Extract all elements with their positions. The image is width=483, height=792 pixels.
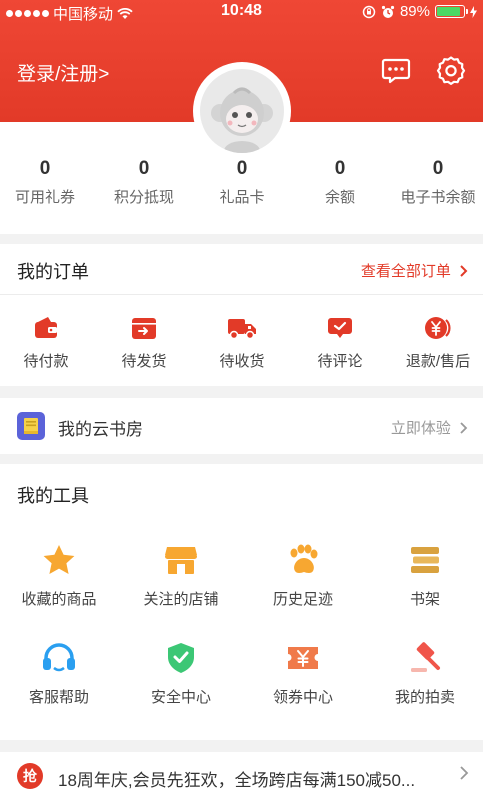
paw-icon: [290, 544, 318, 573]
order-pending-shipment[interactable]: 待发货: [96, 316, 192, 371]
stat-value: 0: [334, 158, 346, 179]
tool-label: 领券中心: [272, 689, 333, 706]
tool-label: 关注的店铺: [143, 591, 219, 608]
cloud-bookroom-row[interactable]: 我的云书房 立即体验: [0, 398, 483, 454]
stat-label: 可用礼券: [14, 189, 75, 206]
order-label: 退款/售后: [405, 353, 471, 370]
stat-available-coupons[interactable]: 0 可用礼券: [0, 158, 93, 207]
order-pending-receipt[interactable]: 待收货: [194, 316, 290, 371]
coupon-icon: [288, 647, 318, 669]
charging-icon: [470, 5, 477, 18]
stat-value: 0: [236, 158, 248, 179]
order-refund-after-sales[interactable]: 退款/售后: [390, 316, 483, 371]
box-icon: [132, 318, 156, 339]
my-tools-panel: 我的工具 收藏的商品 关注的店铺 历史足迹 书架 客服帮助 安全中心 领券中心 …: [0, 464, 483, 740]
tool-browsing-history[interactable]: 历史足迹: [243, 544, 363, 609]
tools-title: 我的工具: [17, 486, 89, 506]
stat-label: 余额: [324, 189, 355, 206]
tool-favorite-items[interactable]: 收藏的商品: [0, 544, 119, 609]
message-icon[interactable]: [381, 55, 411, 85]
cloud-bookroom-label: 我的云书房: [58, 420, 143, 439]
star-icon: [43, 545, 75, 574]
tool-followed-stores[interactable]: 关注的店铺: [121, 544, 241, 609]
monkey-mascot-icon: [211, 87, 273, 153]
book-icon: [17, 412, 45, 440]
tool-label: 我的拍卖: [394, 689, 455, 706]
tool-coupon-center[interactable]: 领券中心: [243, 642, 363, 707]
stat-value: 0: [432, 158, 444, 179]
promo-banner[interactable]: 抢 18周年庆,会员先狂欢，全场跨店每满150减50...: [0, 752, 483, 792]
tool-bookshelf[interactable]: 书架: [365, 544, 483, 609]
promo-text: 18周年庆,会员先狂欢，全场跨店每满150减50...: [58, 771, 416, 790]
chevron-right-icon: [460, 422, 468, 434]
order-pending-review[interactable]: 待评论: [292, 316, 388, 371]
login-register-link[interactable]: 登录/注册>: [17, 59, 109, 86]
store-icon: [165, 547, 197, 574]
order-pending-payment[interactable]: 待付款: [0, 316, 94, 371]
comment-icon: [328, 318, 352, 338]
tool-label: 收藏的商品: [21, 591, 97, 608]
stat-value: 0: [39, 158, 51, 179]
truck-icon: [228, 319, 256, 340]
stat-gift-card[interactable]: 0 礼品卡: [194, 158, 290, 207]
order-label: 待收货: [219, 353, 265, 370]
battery-percent: 89%: [399, 3, 430, 20]
try-now-link[interactable]: 立即体验: [391, 417, 469, 438]
stat-label: 礼品卡: [219, 189, 265, 206]
refund-icon: [425, 317, 451, 339]
bookshelf-icon: [411, 547, 439, 573]
shield-icon: [168, 643, 194, 673]
orders-title: 我的订单: [17, 262, 89, 282]
alarm-icon: [381, 5, 395, 18]
divider: [0, 294, 483, 295]
battery-icon: [435, 5, 468, 18]
stat-value: 0: [138, 158, 150, 179]
tool-label: 历史足迹: [272, 591, 333, 608]
tool-my-auctions[interactable]: 我的拍卖: [365, 642, 483, 707]
view-all-orders-link[interactable]: 查看全部订单: [361, 260, 469, 281]
stat-label: 积分抵现: [113, 189, 174, 206]
try-now-label: 立即体验: [390, 420, 451, 437]
tool-customer-service[interactable]: 客服帮助: [0, 642, 119, 707]
wallet-icon: [35, 317, 57, 338]
avatar[interactable]: [200, 69, 284, 153]
tool-security-center[interactable]: 安全中心: [121, 642, 241, 707]
settings-gear-icon[interactable]: [436, 55, 466, 85]
order-label: 待发货: [121, 353, 167, 370]
chevron-right-icon: [460, 265, 468, 277]
chevron-right-icon: [460, 766, 469, 780]
headset-icon: [43, 643, 75, 672]
status-bar: 中国移动 10:48 89%: [0, 0, 483, 24]
promo-badge: 抢: [17, 763, 43, 789]
tool-label: 书架: [409, 591, 440, 608]
stat-points-cash[interactable]: 0 积分抵现: [96, 158, 192, 207]
my-orders-panel: 我的订单 查看全部订单 待付款 待发货 待收货 待评论 退款/售后: [0, 244, 483, 386]
view-all-orders-label: 查看全部订单: [360, 263, 451, 280]
rotation-lock-icon: [362, 5, 376, 18]
tool-label: 客服帮助: [28, 689, 89, 706]
tool-label: 安全中心: [150, 689, 211, 706]
order-label: 待评论: [317, 353, 363, 370]
gavel-icon: [411, 642, 440, 672]
stat-ebook-balance[interactable]: 0 电子书余额: [390, 158, 483, 207]
order-label: 待付款: [23, 353, 69, 370]
stat-label: 电子书余额: [400, 189, 476, 206]
stat-balance[interactable]: 0 余额: [292, 158, 388, 207]
